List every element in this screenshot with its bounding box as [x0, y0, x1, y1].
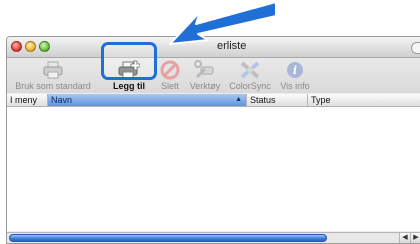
column-header-name[interactable]: Navn ▲ — [48, 94, 247, 106]
zoom-window-button[interactable] — [39, 41, 50, 52]
utility-button[interactable]: Verktøy — [185, 58, 225, 93]
list-header: I meny Navn ▲ Status Type — [7, 94, 420, 107]
column-header-status[interactable]: Status — [247, 94, 308, 106]
minimize-window-button[interactable] — [25, 41, 36, 52]
colorsync-label: ColorSync — [229, 81, 271, 91]
add-printer-label: Legg til — [113, 81, 145, 91]
printer-list-window: erliste Bruk som standard Legg til Slett… — [6, 36, 420, 244]
colorsync-icon — [240, 61, 260, 79]
svg-text:i: i — [293, 64, 297, 77]
printer-default-icon — [43, 61, 63, 79]
utility-icon — [194, 60, 214, 79]
toolbar-toggle-button[interactable] — [411, 42, 420, 54]
show-info-label: Vis info — [280, 81, 310, 91]
scrollbar-thumb[interactable] — [9, 234, 327, 242]
delete-button[interactable]: Slett — [157, 58, 183, 93]
delete-label: Slett — [160, 81, 179, 91]
show-info-button[interactable]: i Vis info — [277, 58, 313, 93]
callout-arrow-icon — [169, 1, 277, 45]
make-default-button[interactable]: Bruk som standard — [7, 58, 99, 93]
colorsync-button[interactable]: ColorSync — [225, 58, 275, 93]
utility-label: Verktøy — [189, 81, 221, 91]
printer-list[interactable] — [7, 107, 420, 231]
make-default-label: Bruk som standard — [15, 81, 91, 91]
info-icon: i — [287, 62, 303, 78]
sort-ascending-icon: ▲ — [235, 96, 242, 103]
column-header-type[interactable]: Type — [308, 94, 420, 106]
toolbar: Bruk som standard Legg til Slett Verktøy… — [7, 58, 420, 93]
horizontal-scrollbar[interactable]: ◀ ▶ — [7, 232, 420, 243]
delete-icon — [160, 60, 180, 80]
close-window-button[interactable] — [11, 41, 22, 52]
column-header-in-menu[interactable]: I meny — [7, 94, 48, 106]
add-button-highlight — [101, 42, 157, 80]
